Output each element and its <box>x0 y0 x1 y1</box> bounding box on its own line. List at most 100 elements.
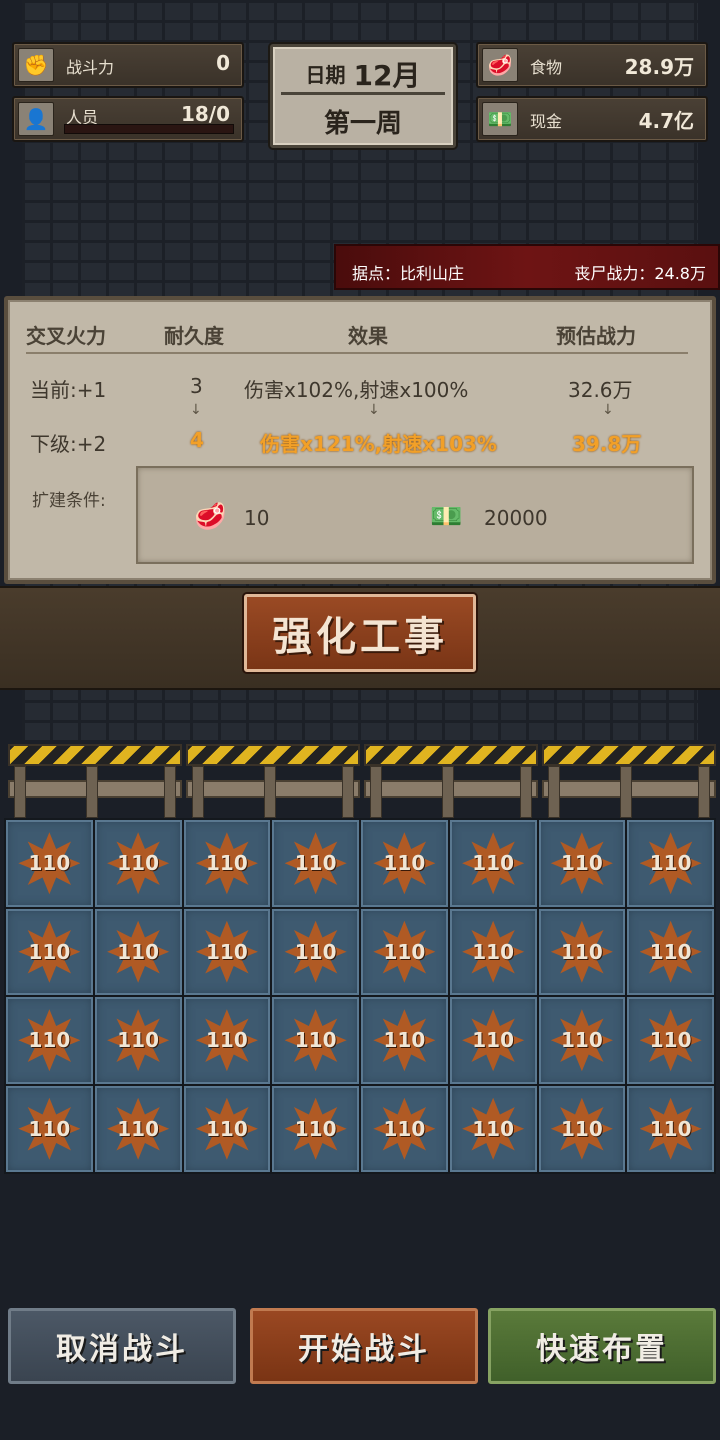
grid-tile[interactable]: 110 <box>627 908 714 995</box>
grid-tile[interactable]: 110 <box>361 820 448 907</box>
barricade <box>364 744 538 818</box>
tile-value: 110 <box>28 1116 71 1141</box>
cash-value: 4.7亿 <box>638 109 694 133</box>
cash-cost: 20000 <box>484 506 548 530</box>
tile-value: 110 <box>294 851 337 876</box>
personnel-value: 18/0 <box>180 102 230 126</box>
combat-power-value: 0 <box>216 51 230 75</box>
current-level: 当前:+1 <box>30 378 107 402</box>
barricade <box>542 744 716 818</box>
next-effect: 伤害x121%,射速x103% <box>260 432 497 456</box>
grid-tile[interactable]: 110 <box>6 908 93 995</box>
grid-tile[interactable]: 110 <box>94 1085 182 1172</box>
grid-tile[interactable]: 110 <box>538 1085 626 1172</box>
grid-tile[interactable]: 110 <box>94 820 182 907</box>
grid-tile[interactable]: 110 <box>627 820 714 907</box>
grid-tile[interactable]: 110 <box>6 820 93 907</box>
next-durability: 4 <box>190 428 204 452</box>
tile-value: 110 <box>649 851 692 876</box>
grid-tile[interactable]: 110 <box>538 820 626 907</box>
grid-tile[interactable]: 110 <box>449 997 537 1084</box>
grid-tile[interactable]: 110 <box>183 908 271 995</box>
cancel-battle-button[interactable]: 取消战斗 <box>8 1308 236 1384</box>
header-effect: 效果 <box>348 324 388 348</box>
tile-value: 110 <box>649 1028 692 1053</box>
tile-value: 110 <box>472 1028 514 1053</box>
grid-tile[interactable]: 110 <box>627 997 714 1084</box>
grid-tile[interactable]: 110 <box>183 997 271 1084</box>
tile-value: 110 <box>206 851 248 876</box>
next-power: 39.8万 <box>572 432 642 456</box>
tile-value: 110 <box>206 939 248 964</box>
tile-value: 110 <box>294 939 337 964</box>
current-effect: 伤害x102%,射速x100% <box>244 378 469 402</box>
condition-label: 扩建条件: <box>32 491 106 511</box>
grid-tile[interactable]: 110 <box>94 997 182 1084</box>
cash-icon: 💵 <box>430 502 463 532</box>
personnel-bar <box>64 124 234 134</box>
tile-value: 110 <box>383 1116 426 1141</box>
meat-icon: 🥩 <box>482 48 518 82</box>
tile-value: 110 <box>561 1116 603 1141</box>
reinforce-button[interactable]: 强化工事 <box>244 594 476 672</box>
tile-value: 110 <box>28 1028 71 1053</box>
grid-tile[interactable]: 110 <box>449 1085 537 1172</box>
date-panel: 日期 12月 第一周 <box>270 44 456 148</box>
personnel-stat: 👤 人员 18/0 <box>12 96 244 142</box>
cash-label: 现金 <box>530 112 563 131</box>
tile-value: 110 <box>294 1028 337 1053</box>
grid-tile[interactable]: 110 <box>272 997 359 1084</box>
person-icon: 👤 <box>18 102 54 136</box>
location-banner: 据点：比利山庄 丧尸战力：24.8万 <box>334 244 720 290</box>
grid-tile[interactable]: 110 <box>361 1085 448 1172</box>
zombie-power: 丧尸战力：24.8万 <box>574 264 706 283</box>
grid-tile[interactable]: 110 <box>538 997 626 1084</box>
tile-value: 110 <box>117 1028 159 1053</box>
food-label: 食物 <box>530 58 563 77</box>
cash-stat: 💵 现金 4.7亿 <box>476 96 708 142</box>
grid-tile[interactable]: 110 <box>449 820 537 907</box>
grid-tile[interactable]: 110 <box>361 997 448 1084</box>
tile-value: 110 <box>383 1028 426 1053</box>
tile-value: 110 <box>472 1116 514 1141</box>
food-cost: 10 <box>244 506 270 530</box>
grid-tile[interactable]: 110 <box>6 1085 93 1172</box>
grid-tile[interactable]: 110 <box>627 1085 714 1172</box>
quick-deploy-button[interactable]: 快速布置 <box>488 1308 716 1384</box>
tile-value: 110 <box>561 939 603 964</box>
tile-value: 110 <box>117 1116 159 1141</box>
tile-value: 110 <box>294 1116 337 1141</box>
cash-icon: 💵 <box>482 102 518 136</box>
fist-icon: ✊ <box>18 48 54 82</box>
current-power: 32.6万 <box>568 378 633 402</box>
meat-icon: 🥩 <box>194 502 227 532</box>
defense-grid: 110 110 110 110 110 110 110 110 110 110 110 110 110 1… <box>4 818 716 1174</box>
grid-tile[interactable]: 110 <box>183 1085 271 1172</box>
grid-tile[interactable]: 110 <box>272 1085 359 1172</box>
grid-tile[interactable]: 110 <box>449 908 537 995</box>
start-battle-button[interactable]: 开始战斗 <box>250 1308 478 1384</box>
tile-value: 110 <box>472 851 514 876</box>
grid-tile[interactable]: 110 <box>6 997 93 1084</box>
next-level: 下级:+2 <box>30 432 107 456</box>
grid-tile[interactable]: 110 <box>361 908 448 995</box>
grid-tile[interactable]: 110 <box>272 908 359 995</box>
tile-value: 110 <box>472 939 514 964</box>
grid-tile[interactable]: 110 <box>538 908 626 995</box>
grid-tile[interactable]: 110 <box>94 908 182 995</box>
current-durability: 3 <box>190 374 203 398</box>
cost-box: 🥩 10 💵 20000 <box>136 466 694 564</box>
tile-value: 110 <box>206 1028 248 1053</box>
date-month: 12月 <box>353 58 421 92</box>
food-value: 28.9万 <box>624 55 694 79</box>
grid-tile[interactable]: 110 <box>272 820 359 907</box>
combat-power-stat: ✊ 战斗力 0 <box>12 42 244 88</box>
barricade <box>8 744 182 818</box>
tile-value: 110 <box>561 851 603 876</box>
grid-tile[interactable]: 110 <box>183 820 271 907</box>
tile-value: 110 <box>561 1028 603 1053</box>
header-divider <box>26 352 688 354</box>
tile-value: 110 <box>28 939 71 964</box>
date-label: 日期 <box>305 63 346 87</box>
header-crossfire: 交叉火力 <box>26 324 106 348</box>
